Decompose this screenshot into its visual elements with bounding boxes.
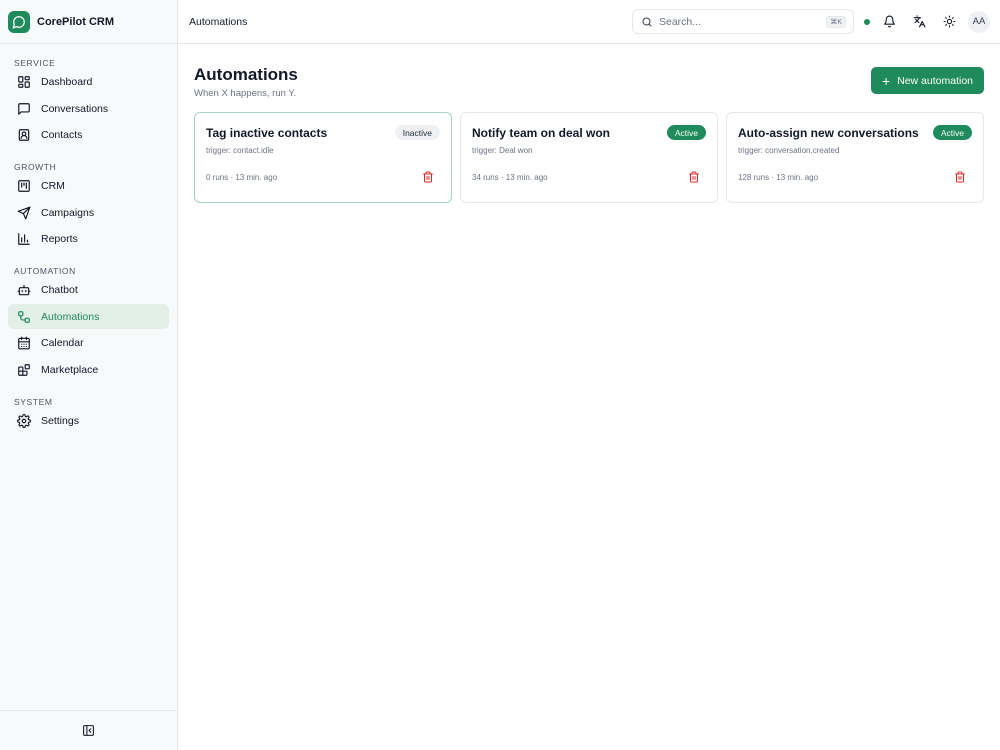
online-status-dot bbox=[864, 18, 870, 25]
search-icon bbox=[641, 16, 653, 28]
sidebar-item-label: CRM bbox=[41, 180, 65, 192]
blocks-icon bbox=[17, 363, 31, 377]
sidebar-footer bbox=[0, 710, 177, 750]
brand[interactable]: CorePilot CRM bbox=[0, 0, 177, 44]
automation-title: Tag inactive contacts bbox=[206, 125, 328, 140]
sidebar-item-calendar[interactable]: Calendar bbox=[8, 331, 169, 356]
kanban-icon bbox=[17, 179, 31, 193]
automation-card[interactable]: Notify team on deal won Active trigger: … bbox=[460, 112, 718, 203]
page-header: Automations When X happens, run Y. + New… bbox=[194, 64, 984, 116]
bell-icon[interactable] bbox=[878, 11, 900, 33]
sidebar: CorePilot CRM SERVICE Dashboard Conversa… bbox=[0, 0, 178, 750]
send-icon bbox=[17, 206, 31, 220]
sidebar-item-label: Calendar bbox=[41, 337, 84, 349]
sidebar-item-crm[interactable]: CRM bbox=[8, 174, 169, 199]
sidebar-item-label: Reports bbox=[41, 233, 78, 245]
automation-cards: Tag inactive contacts Inactive trigger: … bbox=[194, 112, 984, 203]
dashboard-icon bbox=[17, 75, 31, 89]
sidebar-item-label: Dashboard bbox=[41, 76, 93, 88]
automation-card[interactable]: Auto-assign new conversations Active tri… bbox=[726, 112, 984, 203]
avatar[interactable]: AA bbox=[968, 10, 990, 33]
status-badge: Active bbox=[666, 125, 706, 140]
sidebar-item-label: Campaigns bbox=[41, 206, 95, 219]
automation-card[interactable]: Tag inactive contacts Inactive trigger: … bbox=[194, 112, 452, 203]
language-icon[interactable] bbox=[908, 11, 930, 33]
calendar-icon bbox=[17, 336, 31, 350]
trash-icon[interactable] bbox=[952, 169, 968, 185]
automation-trigger: trigger: contact.idle bbox=[206, 146, 274, 155]
sidebar-item-label: Contacts bbox=[41, 129, 83, 141]
brand-name: CorePilot CRM bbox=[37, 15, 114, 28]
sidebar-item-settings[interactable]: Settings bbox=[8, 408, 169, 433]
sidebar-item-campaigns[interactable]: Campaigns bbox=[8, 200, 169, 225]
automation-meta: 128 runs · 13 min. ago bbox=[738, 172, 819, 182]
main: Automations Search... ⌘K AA Automations … bbox=[178, 0, 1000, 750]
section-service-title: SERVICE bbox=[14, 58, 56, 68]
topbar: Automations Search... ⌘K AA bbox=[178, 0, 1000, 44]
bot-icon bbox=[17, 283, 31, 297]
page-subtitle: When X happens, run Y. bbox=[194, 88, 297, 99]
page-title: Automations bbox=[194, 65, 298, 84]
contacts-icon bbox=[17, 128, 31, 142]
breadcrumb: Automations bbox=[189, 15, 248, 28]
bar-chart-icon bbox=[17, 232, 31, 246]
plus-icon: + bbox=[881, 72, 891, 89]
search-shortcut: ⌘K bbox=[826, 15, 846, 28]
sidebar-item-contacts[interactable]: Contacts bbox=[8, 123, 169, 148]
workflow-icon bbox=[17, 310, 31, 324]
automation-meta: 34 runs · 13 min. ago bbox=[472, 172, 548, 182]
content: Automations When X happens, run Y. + New… bbox=[178, 44, 1000, 203]
automation-trigger: trigger: Deal won bbox=[472, 146, 533, 155]
sidebar-item-marketplace[interactable]: Marketplace bbox=[8, 357, 169, 382]
sidebar-item-chatbot[interactable]: Chatbot bbox=[8, 278, 169, 303]
section-growth-title: GROWTH bbox=[14, 162, 57, 172]
sidebar-item-label: Chatbot bbox=[41, 284, 78, 296]
section-system-title: SYSTEM bbox=[14, 396, 53, 407]
automation-meta: 0 runs · 13 min. ago bbox=[206, 172, 278, 182]
sidebar-item-label: Settings bbox=[41, 414, 79, 427]
brand-logo-icon bbox=[8, 10, 30, 33]
gear-icon bbox=[17, 413, 31, 428]
automation-title: Notify team on deal won bbox=[472, 125, 611, 140]
automation-title: Auto-assign new conversations bbox=[738, 125, 919, 140]
new-automation-label: New automation bbox=[897, 74, 973, 87]
sidebar-item-conversations[interactable]: Conversations bbox=[8, 96, 169, 121]
automation-trigger: trigger: conversation.created bbox=[738, 146, 840, 155]
section-automation-title: AUTOMATION bbox=[14, 266, 76, 276]
collapse-sidebar-icon[interactable] bbox=[82, 724, 95, 737]
sidebar-item-reports[interactable]: Reports bbox=[8, 227, 169, 252]
sidebar-item-label: Marketplace bbox=[41, 363, 99, 376]
trash-icon[interactable] bbox=[686, 169, 702, 185]
search-placeholder: Search... bbox=[659, 15, 702, 28]
theme-toggle-icon[interactable] bbox=[938, 11, 960, 33]
status-badge: Active bbox=[932, 125, 972, 140]
sidebar-item-dashboard[interactable]: Dashboard bbox=[8, 70, 169, 95]
sidebar-item-label: Conversations bbox=[41, 102, 109, 115]
status-badge: Inactive bbox=[394, 125, 440, 140]
sidebar-nav: SERVICE Dashboard Conversations Contacts… bbox=[0, 44, 177, 710]
chat-icon bbox=[17, 102, 31, 116]
trash-icon[interactable] bbox=[420, 169, 436, 185]
sidebar-item-automations[interactable]: Automations bbox=[8, 304, 169, 329]
search-input[interactable]: Search... ⌘K bbox=[632, 9, 854, 34]
sidebar-item-label: Automations bbox=[41, 310, 100, 323]
new-automation-button[interactable]: + New automation bbox=[870, 67, 984, 94]
